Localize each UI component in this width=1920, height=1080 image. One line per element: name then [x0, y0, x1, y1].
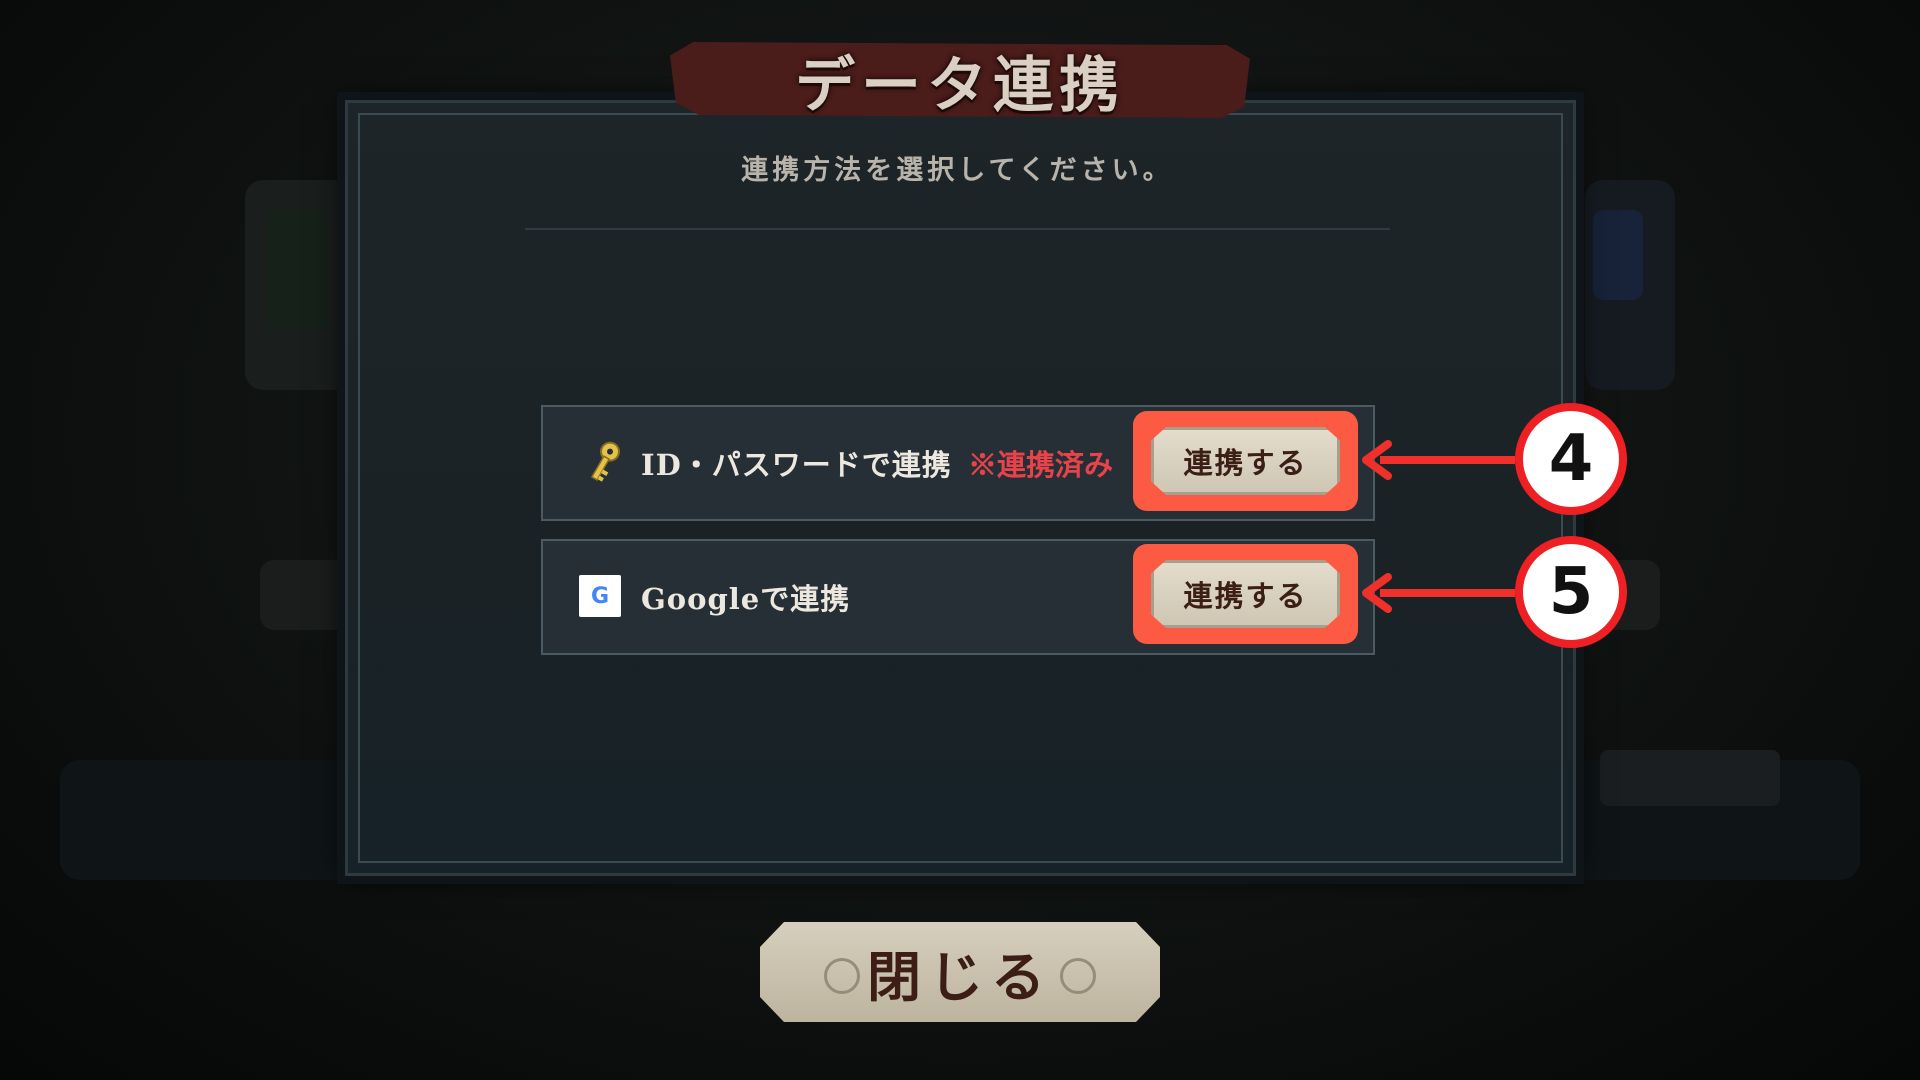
background-bar-right: [1600, 750, 1780, 806]
ornament-icon: [1060, 958, 1096, 994]
key-icon: [590, 441, 620, 482]
background-pill-left: [260, 560, 350, 630]
option-label: ID・パスワードで連携: [641, 448, 952, 482]
background-card-left: [245, 180, 355, 390]
highlight-frame: 連携する: [1133, 411, 1358, 511]
dialog-subtitle: 連携方法を選択してください。: [741, 155, 1174, 186]
close-button[interactable]: 閉じる: [760, 922, 1160, 1022]
option-label: Googleで連携: [641, 582, 851, 616]
link-button-google[interactable]: 連携する: [1151, 560, 1340, 628]
callout-badge-4: 4: [1515, 403, 1627, 515]
arrow-left-icon: [1362, 573, 1392, 613]
background-card-right: [1585, 180, 1675, 390]
divider: [525, 228, 1390, 230]
arrow-left-icon: [1362, 440, 1392, 480]
highlight-frame: 連携する: [1133, 544, 1358, 644]
ornament-icon: [824, 958, 860, 994]
callout-badge-5: 5: [1515, 536, 1627, 648]
google-icon: G: [579, 575, 621, 617]
close-button-label: 閉じる: [867, 944, 1053, 1009]
link-button-id-password[interactable]: 連携する: [1151, 427, 1340, 495]
dialog-title: データ連携: [795, 50, 1125, 121]
callout-arrow: [1380, 589, 1515, 597]
callout-arrow: [1380, 456, 1515, 464]
linked-status: ※連携済み: [968, 448, 1114, 482]
